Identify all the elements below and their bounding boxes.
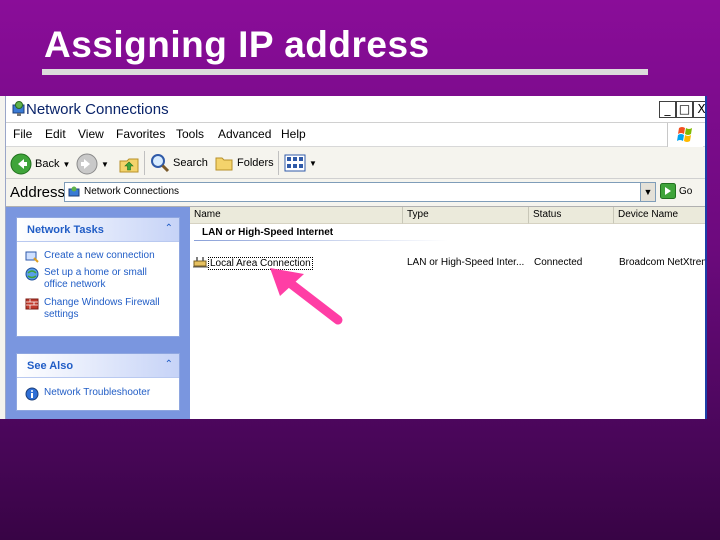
network-tasks-title: Network Tasks — [27, 224, 104, 236]
connection-device: Broadcom NetXtrem — [619, 257, 707, 268]
minimize-button[interactable]: _ — [659, 101, 676, 118]
column-header-device[interactable]: Device Name — [614, 207, 705, 224]
group-header: LAN or High-Speed Internet — [202, 227, 334, 238]
task-firewall-settings[interactable]: Change Windows Firewall settings — [25, 297, 170, 321]
menu-advanced[interactable]: Advanced — [218, 127, 271, 141]
connection-type: LAN or High-Speed Inter... — [407, 257, 525, 268]
forward-arrow-icon — [76, 153, 98, 175]
search-button[interactable]: Search — [150, 153, 208, 173]
column-header-status[interactable]: Status — [529, 207, 614, 224]
menu-favorites[interactable]: Favorites — [116, 127, 165, 141]
network-connections-window: Network Connections _ □ X File Edit View… — [0, 96, 707, 419]
chevron-down-icon[interactable]: ▼ — [101, 160, 109, 169]
new-connection-icon — [25, 251, 39, 263]
task-label: Network Troubleshooter — [44, 387, 151, 398]
task-label: Change Windows Firewall settings — [44, 297, 160, 320]
network-connections-icon — [12, 101, 26, 122]
column-header-type[interactable]: Type — [403, 207, 529, 224]
views-button[interactable]: ▼ — [284, 153, 317, 173]
back-label: Back — [35, 158, 60, 170]
standard-toolbar: Back ▼ ▼ Search Folders ▼ — [6, 147, 705, 179]
see-also-panel: See Also ⌃ Network Troubleshooter — [16, 353, 180, 411]
menu-help[interactable]: Help — [281, 127, 306, 141]
folders-button[interactable]: Folders — [214, 153, 274, 173]
task-label: Create a new connection — [44, 250, 155, 261]
title-underline — [42, 69, 648, 75]
address-input[interactable]: Network Connections — [64, 182, 644, 202]
menu-edit[interactable]: Edit — [45, 127, 66, 141]
folder-up-icon — [119, 158, 139, 173]
search-label: Search — [173, 157, 208, 169]
menu-view[interactable]: View — [78, 127, 104, 141]
menu-file[interactable]: File — [13, 127, 32, 141]
collapse-icon[interactable]: ⌃ — [165, 359, 173, 370]
folders-label: Folders — [237, 157, 274, 169]
column-header-name[interactable]: Name — [190, 207, 403, 224]
menu-bar: File Edit View Favorites Tools Advanced … — [6, 123, 705, 147]
group-divider — [194, 240, 448, 241]
menu-tools[interactable]: Tools — [176, 127, 204, 141]
address-label: Address — [10, 184, 66, 201]
back-button[interactable]: Back ▼ — [10, 153, 70, 175]
toolbar-separator — [278, 151, 279, 175]
home-network-icon — [25, 267, 39, 281]
folder-icon — [215, 157, 233, 171]
go-button[interactable]: Go — [660, 183, 692, 199]
toolbar-separator — [144, 151, 145, 175]
firewall-icon — [25, 298, 39, 310]
task-create-connection[interactable]: Create a new connection — [25, 250, 155, 264]
window-title: Network Connections — [26, 101, 169, 118]
pointer-arrow-icon — [270, 268, 343, 325]
address-dropdown-button[interactable]: ▼ — [640, 182, 656, 202]
see-also-title: See Also — [27, 360, 74, 372]
views-grid-icon — [284, 154, 306, 172]
network-connections-icon — [68, 186, 81, 204]
network-tasks-header[interactable]: Network Tasks ⌃ — [17, 218, 179, 242]
windows-logo-icon — [667, 123, 703, 147]
task-home-network[interactable]: Set up a home or small office network — [25, 267, 170, 291]
collapse-icon[interactable]: ⌃ — [165, 223, 173, 234]
address-bar: Address Network Connections ▼ Go — [6, 179, 705, 207]
see-also-header[interactable]: See Also ⌃ — [17, 354, 179, 378]
chevron-down-icon[interactable]: ▼ — [309, 159, 317, 168]
close-button[interactable]: X — [693, 101, 705, 118]
forward-button[interactable]: ▼ — [76, 153, 109, 175]
back-arrow-icon — [10, 153, 32, 175]
task-network-troubleshooter[interactable]: Network Troubleshooter — [25, 387, 150, 401]
title-bar[interactable]: Network Connections _ □ X — [6, 96, 705, 123]
search-icon — [151, 154, 170, 173]
up-folder-button[interactable] — [118, 153, 140, 175]
task-label: Set up a home or small office network — [44, 267, 147, 290]
go-arrow-icon — [660, 183, 676, 199]
task-pane: Network Tasks ⌃ Create a new connection … — [6, 207, 190, 419]
maximize-button[interactable]: □ — [676, 101, 693, 118]
chevron-down-icon[interactable]: ▼ — [62, 160, 70, 169]
slide-title: Assigning IP address — [44, 24, 430, 65]
go-label: Go — [679, 185, 693, 197]
connection-status: Connected — [534, 257, 583, 268]
address-value: Network Connections — [84, 186, 180, 197]
info-icon — [25, 387, 39, 401]
network-tasks-panel: Network Tasks ⌃ Create a new connection … — [16, 217, 180, 337]
lan-connection-icon — [193, 255, 208, 272]
